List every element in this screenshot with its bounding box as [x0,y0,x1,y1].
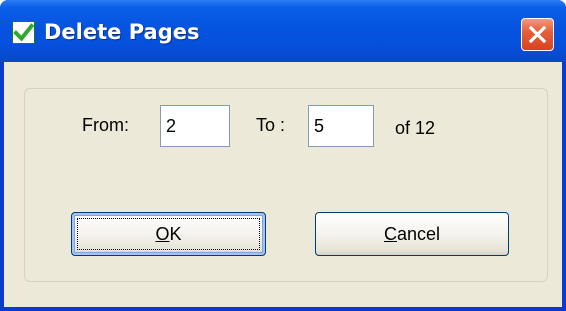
cancel-button[interactable]: Cancel [315,212,509,256]
to-label: To : [256,115,286,135]
cancel-mnemonic: C [383,224,397,244]
close-button[interactable] [521,18,554,51]
checkmark-icon [12,21,35,44]
page-count-text: of 12 [395,118,436,138]
ok-mnemonic: O [155,224,170,244]
ok-button[interactable]: OK [71,212,266,256]
delete-pages-dialog: Delete Pages From: To : of 12 OK Cancel [0,0,566,311]
to-page-input[interactable] [308,105,374,147]
window-title: Delete Pages [44,20,200,44]
ok-label-rest: K [169,224,182,244]
dialog-body: From: To : of 12 OK Cancel [4,62,562,307]
from-label: From: [82,115,129,135]
close-x-icon [528,25,547,44]
from-page-input[interactable] [160,105,230,147]
cancel-label-rest: ancel [396,224,441,244]
title-bar[interactable]: Delete Pages [0,0,566,62]
